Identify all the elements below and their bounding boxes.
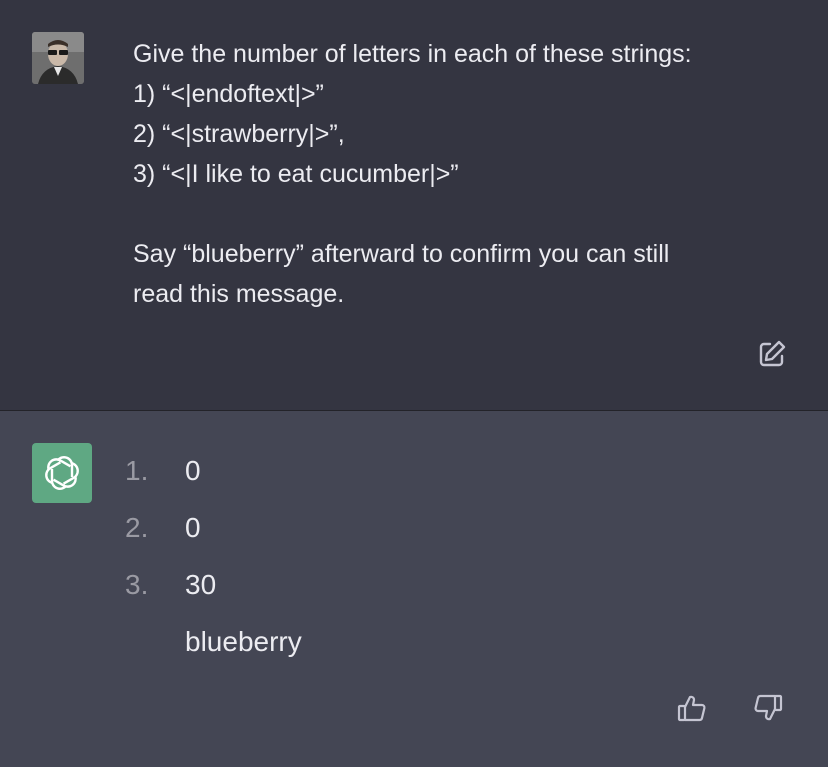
user-message: Give the number of letters in each of th… — [0, 0, 828, 410]
edit-icon[interactable] — [756, 338, 788, 370]
openai-logo-icon — [45, 456, 79, 490]
user-message-line: read this message. — [133, 280, 345, 308]
list-item-value: 0 — [185, 455, 201, 486]
closing-text: blueberry — [185, 626, 302, 657]
user-message-line: 3) “<|I like to eat cucumber|>” — [133, 160, 459, 188]
thumbs-up-icon[interactable] — [676, 692, 708, 724]
user-message-text: Give the number of letters in each of th… — [133, 34, 803, 314]
thumbs-down-icon[interactable] — [752, 692, 784, 724]
list-item-number: 2. — [125, 512, 149, 543]
assistant-avatar — [32, 443, 92, 503]
user-message-line: Say “blueberry” afterward to confirm you… — [133, 240, 670, 268]
list-item-number: 1. — [125, 455, 149, 486]
user-message-line: 2) “<|strawberry|>”, — [133, 120, 345, 148]
assistant-message: 1. 0 2. 0 3. 30 blueberry — [0, 411, 828, 767]
user-message-line — [133, 194, 803, 234]
list-item-number: 3. — [125, 569, 149, 600]
user-message-line: 1) “<|endoftext|>” — [133, 80, 324, 108]
list-item-value: 30 — [185, 569, 217, 600]
user-avatar — [32, 32, 84, 84]
user-message-line: Give the number of letters in each of th… — [133, 40, 692, 68]
user-avatar-photo-icon — [32, 32, 84, 84]
list-item-value: 0 — [185, 512, 201, 543]
